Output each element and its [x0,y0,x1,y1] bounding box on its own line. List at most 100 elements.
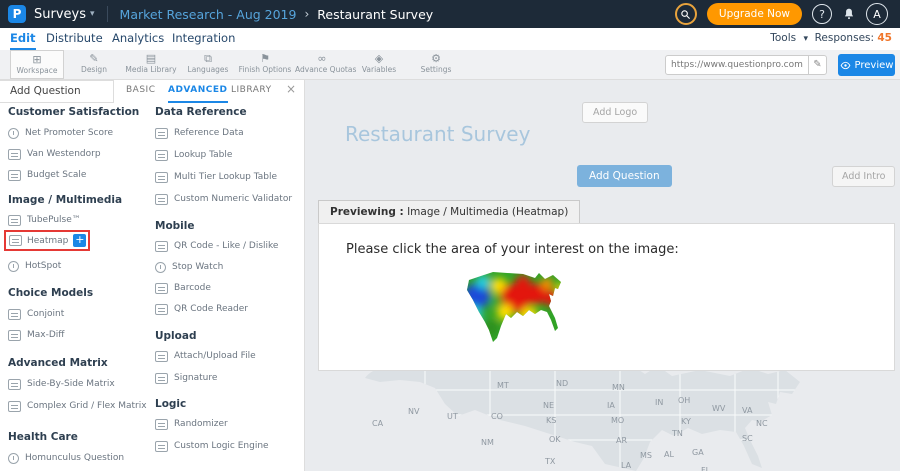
database-icon [155,128,168,139]
state-label-ar: AR [616,436,627,445]
tools-label: Tools [770,32,796,44]
panel-tab-basic[interactable]: BASIC [126,80,155,103]
shuffle-icon [155,419,168,430]
question-type-stop-watch[interactable]: Stop Watch [155,259,223,275]
body-icon [8,453,19,464]
grid-icon [8,401,21,412]
question-type-heatmap-highlighted[interactable]: Heatmap + [4,230,90,251]
preview-button[interactable]: Preview [838,54,895,76]
chevron-down-icon: ▾ [90,9,95,19]
tab-analytics[interactable]: Analytics [112,28,164,50]
tools-menu[interactable]: Tools ▾ [770,28,808,50]
toolbar-item-finish-options[interactable]: ⚑ Finish Options [238,50,292,79]
bars-icon [8,170,21,181]
question-type-label: TubePulse™ [27,215,81,225]
state-label-mn: MN [612,383,625,392]
close-icon[interactable]: × [286,82,296,96]
question-type-label: HotSpot [25,261,61,271]
question-type-qr-like-dislike[interactable]: QR Code - Like / Dislike [155,238,278,254]
state-label-nc: NC [756,419,768,428]
question-type-tubepulse[interactable]: TubePulse™ [8,212,81,228]
state-label-wv: WV [712,404,725,413]
breadcrumb-survey[interactable]: Restaurant Survey [317,7,433,22]
responses-link[interactable]: Responses: 45 [815,28,892,50]
target-icon [8,261,19,272]
section-health-care: Health Care [8,431,78,443]
question-type-complex-grid[interactable]: Complex Grid / Flex Matrix [8,398,147,414]
upgrade-now-button[interactable]: Upgrade Now [707,3,802,25]
question-type-budget-scale[interactable]: Budget Scale [8,167,86,183]
question-type-custom-logic-engine[interactable]: Custom Logic Engine [155,438,269,454]
builder-toolbar: ⊞ Workspace ✎ Design ▤ Media Library ⧉ L… [0,50,900,80]
user-avatar[interactable]: A [866,3,888,25]
section-customer-satisfaction: Customer Satisfaction [8,106,139,118]
question-type-homunculus[interactable]: Homunculus Question [8,450,124,466]
image-icon [9,235,22,246]
question-type-side-by-side-matrix[interactable]: Side-By-Side Matrix [8,376,115,392]
questionpro-logo[interactable]: P [8,5,26,23]
add-logo-button[interactable]: Add Logo [582,102,648,123]
heatmap-usa-image[interactable] [463,268,581,346]
toolbar-item-languages[interactable]: ⧉ Languages [181,50,235,79]
state-label-ca: CA [372,419,383,428]
question-type-max-diff[interactable]: Max-Diff [8,327,65,343]
question-type-conjoint[interactable]: Conjoint [8,306,64,322]
question-type-attach-upload-file[interactable]: Attach/Upload File [155,348,256,364]
survey-url-input[interactable] [666,60,808,70]
edit-url-pencil-icon[interactable]: ✎ [808,56,826,74]
state-label-oh: OH [678,396,690,405]
breadcrumb-project[interactable]: Market Research - Aug 2019 [120,7,297,22]
question-type-label: Homunculus Question [25,453,124,463]
toolbar-item-variables[interactable]: ◈ Variables [352,50,406,79]
question-type-randomizer[interactable]: Randomizer [155,416,228,432]
state-label-ky: KY [681,417,691,426]
panel-tab-advanced[interactable]: ADVANCED [168,80,228,103]
question-type-custom-numeric-validator[interactable]: Custom Numeric Validator [155,191,292,207]
question-type-net-promoter-score[interactable]: Net Promoter Score [8,125,113,141]
section-mobile: Mobile [155,220,195,232]
previewing-prefix: Previewing : [330,206,404,218]
question-type-label: QR Code - Like / Dislike [174,241,278,251]
section-advanced-matrix: Advanced Matrix [8,357,108,369]
finish-options-icon: ⚑ [238,52,292,65]
question-type-hotspot[interactable]: HotSpot [8,258,61,274]
add-intro-button[interactable]: Add Intro [832,166,895,187]
search-icon[interactable] [675,3,697,25]
state-label-al: AL [664,450,674,459]
qr-scanner-icon [155,304,168,315]
toolbar-item-settings[interactable]: ⚙ Settings [409,50,463,79]
nps-gauge-icon [8,128,19,139]
section-choice-models: Choice Models [8,287,93,299]
toolbar-item-media-library[interactable]: ▤ Media Library [124,50,178,79]
notifications-bell-icon[interactable] [842,7,856,21]
question-type-label: Stop Watch [172,262,223,272]
panel-tab-library[interactable]: LIBRARY [231,80,272,103]
previewing-tab: Previewing : Image / Multimedia (Heatmap… [318,200,580,224]
tab-distribute[interactable]: Distribute [46,28,103,50]
eye-icon [840,60,851,71]
media-library-icon: ▤ [124,52,178,65]
product-switcher[interactable]: Surveys [34,7,86,22]
add-heatmap-plus-button[interactable]: + [73,234,86,247]
question-type-van-westendorp[interactable]: Van Westendorp [8,146,101,162]
toolbar-item-design[interactable]: ✎ Design [67,50,121,79]
question-type-label: Conjoint [27,309,64,319]
survey-title[interactable]: Restaurant Survey [345,122,530,146]
section-upload: Upload [155,330,196,342]
toolbar-item-workspace[interactable]: ⊞ Workspace [10,50,64,79]
add-question-button[interactable]: Add Question [577,165,672,187]
tab-edit[interactable]: Edit [10,28,36,50]
scale-icon [8,330,21,341]
toolbar-item-advance-quotas[interactable]: ∞ Advance Quotas [295,50,349,79]
section-data-reference: Data Reference [155,106,247,118]
question-type-qr-code-reader[interactable]: QR Code Reader [155,301,248,317]
question-type-reference-data[interactable]: Reference Data [155,125,244,141]
design-icon: ✎ [67,52,121,65]
tab-integration[interactable]: Integration [172,28,235,50]
help-icon[interactable]: ? [812,4,832,24]
question-type-signature[interactable]: Signature [155,370,217,386]
breadcrumb-separator: › [304,7,309,21]
question-type-multi-tier-lookup[interactable]: Multi Tier Lookup Table [155,169,277,185]
question-type-lookup-table[interactable]: Lookup Table [155,147,232,163]
question-type-barcode[interactable]: Barcode [155,280,211,296]
